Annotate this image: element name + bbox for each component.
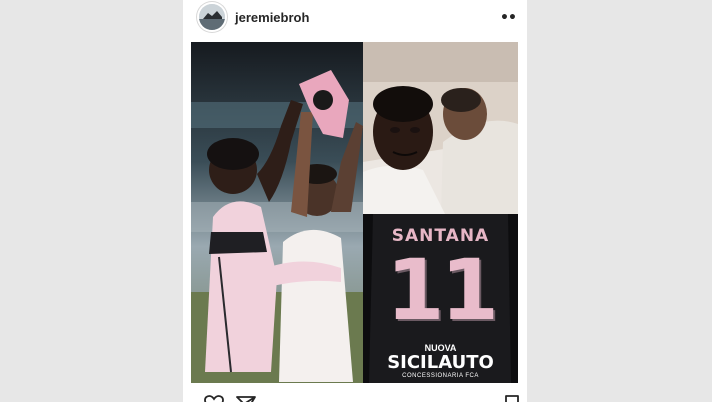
photo-celebration (191, 42, 363, 383)
photo-selfie (363, 42, 518, 214)
profile-avatar-icon (199, 4, 225, 30)
bookmark-icon[interactable] (501, 394, 523, 402)
post-actions (183, 388, 527, 402)
page: jeremiebroh •• SANTANA 11 NUOVA SICILAUT… (0, 0, 712, 402)
photo-signed-jersey: SANTANA 11 NUOVA SICILAUTO CONCESSIONARI… (363, 214, 518, 383)
sponsor-name: SICILAUTO (387, 352, 494, 373)
instagram-post-card: jeremiebroh •• SANTANA 11 NUOVA SICILAUT… (183, 0, 527, 402)
jersey-number: 11 (386, 241, 499, 339)
post-media[interactable]: SANTANA 11 NUOVA SICILAUTO CONCESSIONARI… (191, 42, 518, 383)
post-header: jeremiebroh •• (183, 0, 527, 38)
more-options-button[interactable]: •• (497, 8, 519, 28)
username[interactable]: jeremiebroh (235, 10, 309, 25)
avatar[interactable] (197, 2, 227, 32)
share-icon[interactable] (235, 394, 257, 402)
sponsor-subtitle: CONCESSIONARIA FCA (402, 373, 479, 379)
heart-icon[interactable] (203, 394, 225, 402)
